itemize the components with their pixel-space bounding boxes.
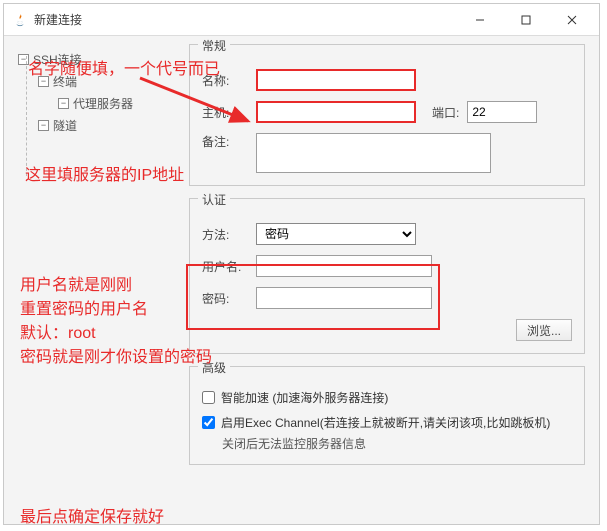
title-bar: 新建连接 xyxy=(4,4,599,36)
group-title: 常规 xyxy=(198,37,230,54)
collapse-icon[interactable]: − xyxy=(38,120,49,131)
annotation-user2: 重置密码的用户名 xyxy=(20,295,148,319)
maximize-button[interactable] xyxy=(503,6,549,34)
window-title: 新建连接 xyxy=(34,11,82,28)
tree-item-tunnel[interactable]: − 隧道 xyxy=(18,114,172,136)
group-auth: 认证 方法: 密码 用户名: 密码: xyxy=(189,198,585,354)
minimize-button[interactable] xyxy=(457,6,503,34)
name-input[interactable] xyxy=(256,69,416,91)
method-label: 方法: xyxy=(202,226,256,243)
accel-checkbox[interactable] xyxy=(202,391,215,404)
port-label: 端口: xyxy=(432,104,459,121)
accel-label: 智能加速 (加速海外服务器连接) xyxy=(221,389,388,406)
port-input[interactable] xyxy=(467,101,537,123)
user-label: 用户名: xyxy=(202,258,256,275)
annotation-pass: 密码就是刚才你设置的密码 xyxy=(20,343,212,367)
settings-panel: 常规 名称: 主机: 端口: 备注: 认证 xyxy=(179,36,599,524)
note-textarea[interactable] xyxy=(256,133,491,173)
method-select[interactable]: 密码 xyxy=(256,223,416,245)
pass-label: 密码: xyxy=(202,290,256,307)
exec-checkbox-row[interactable]: 启用Exec Channel(若连接上就被断开,请关闭该项,比如跳板机) xyxy=(202,414,572,431)
group-advanced: 高级 智能加速 (加速海外服务器连接) 启用Exec Channel(若连接上就… xyxy=(189,366,585,465)
dialog-window: 新建连接 − SSH连接 − 终端 − 代理服务器 xyxy=(3,3,600,525)
collapse-icon[interactable]: − xyxy=(58,98,69,109)
annotation-user3: 默认：root xyxy=(20,319,96,343)
browse-button[interactable]: 浏览... xyxy=(516,319,572,341)
annotation-host: 这里填服务器的IP地址 xyxy=(25,161,184,185)
password-input[interactable] xyxy=(256,287,432,309)
annotation-save: 最后点确定保存就好 xyxy=(20,503,164,527)
accel-checkbox-row[interactable]: 智能加速 (加速海外服务器连接) xyxy=(202,389,572,406)
close-button[interactable] xyxy=(549,6,595,34)
java-icon xyxy=(12,12,28,28)
exec-note: 关闭后无法监控服务器信息 xyxy=(222,435,572,452)
note-label: 备注: xyxy=(202,133,256,150)
tree-item-proxy[interactable]: − 代理服务器 xyxy=(18,92,172,114)
annotation-user1: 用户名就是刚刚 xyxy=(20,271,132,295)
group-title: 认证 xyxy=(198,191,230,208)
group-general: 常规 名称: 主机: 端口: 备注: xyxy=(189,44,585,186)
annotation-name: 名字随便填，一个代号而已 xyxy=(28,55,220,79)
host-label: 主机: xyxy=(202,104,256,121)
username-input[interactable] xyxy=(256,255,432,277)
host-input[interactable] xyxy=(256,101,416,123)
exec-label: 启用Exec Channel(若连接上就被断开,请关闭该项,比如跳板机) xyxy=(221,414,550,431)
exec-checkbox[interactable] xyxy=(202,416,215,429)
